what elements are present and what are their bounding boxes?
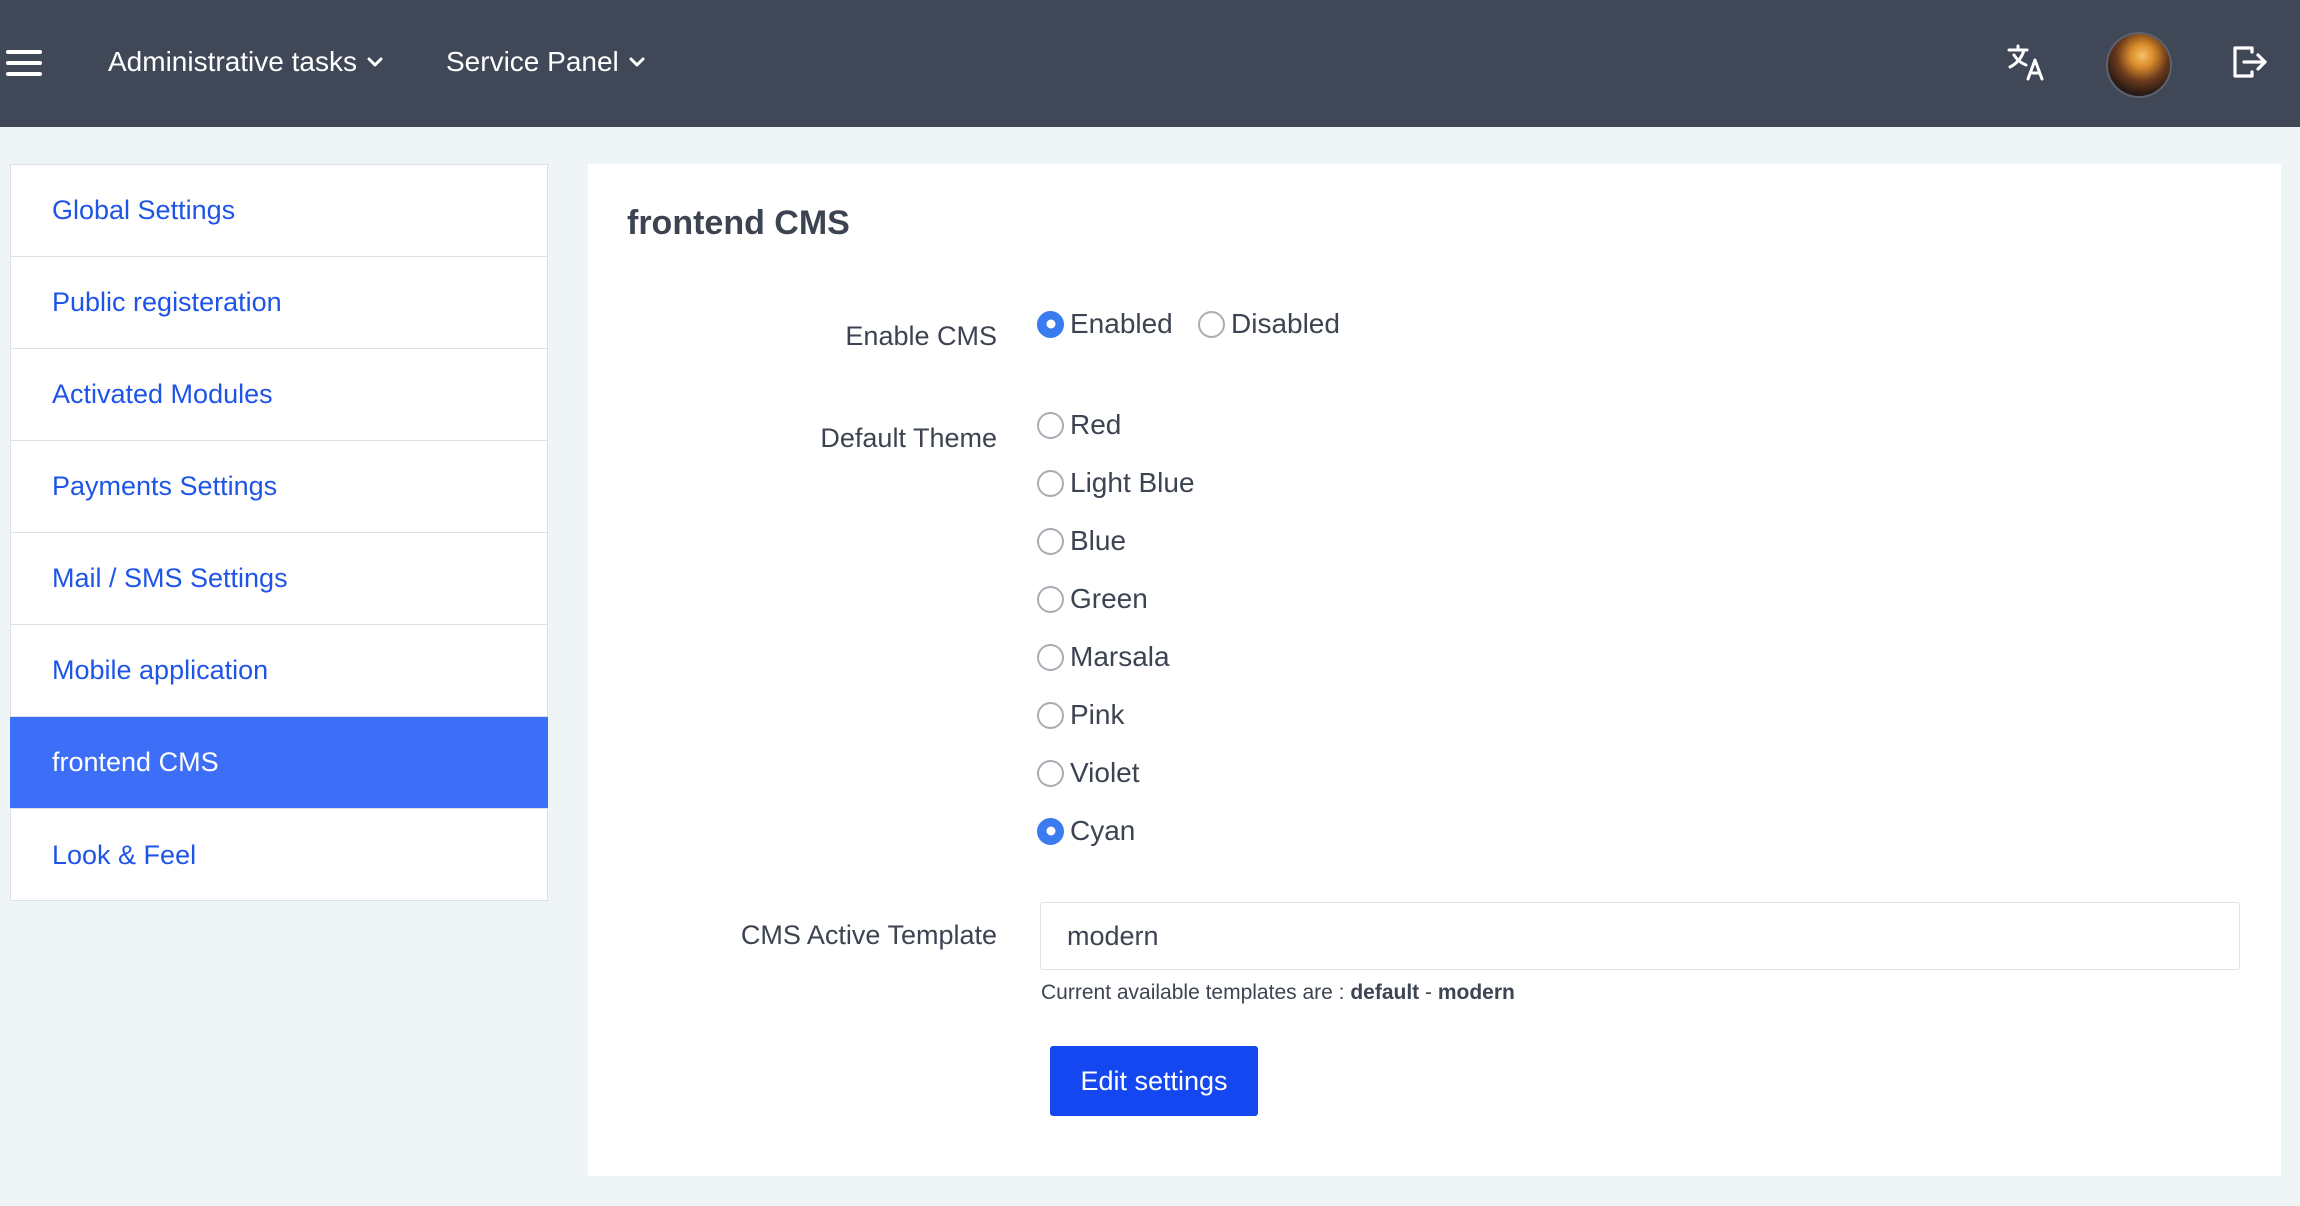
radio-label: Enabled [1070,308,1173,339]
translate-icon[interactable] [2006,42,2046,82]
administrative-tasks-label: Administrative tasks [108,46,357,77]
theme-blue-radio[interactable]: Blue [1037,525,1126,557]
sidebar-item-global-settings[interactable]: Global Settings [11,165,547,257]
template-name-default: default [1350,981,1420,1004]
theme-green-radio[interactable]: Green [1037,583,1148,615]
enable-cms-disabled-radio[interactable]: Disabled [1198,308,1340,340]
top-navbar: Administrative tasks Service Panel [0,0,2300,127]
radio-button[interactable] [1037,411,1064,439]
enable-cms-enabled-radio[interactable]: Enabled [1037,308,1173,340]
radio-button[interactable] [1037,527,1064,555]
radio-button[interactable] [1037,585,1064,613]
template-name-modern: modern [1437,981,1515,1004]
radio-button[interactable] [1198,310,1225,338]
template-separator: - [1419,981,1438,1004]
cms-active-template-label: CMS Active Template [740,920,997,950]
settings-panel: frontend CMS Enable CMS Enabled Disabled… [588,164,2281,1176]
radio-button[interactable] [1037,643,1064,671]
settings-sidebar: Global Settings Public registeration Act… [10,164,548,901]
theme-marsala-radio[interactable]: Marsala [1037,641,1170,673]
radio-label: Marsala [1070,641,1170,672]
radio-button[interactable] [1037,817,1064,845]
radio-label: Pink [1070,699,1125,730]
administrative-tasks-menu[interactable]: Administrative tasks [108,42,385,82]
theme-violet-radio[interactable]: Violet [1037,757,1140,789]
help-prefix: Current available templates are : [1041,981,1351,1004]
sidebar-item-public-registeration[interactable]: Public registeration [11,257,547,349]
radio-label: Green [1070,583,1148,614]
radio-button[interactable] [1037,759,1064,787]
logout-icon[interactable] [2230,42,2270,82]
radio-label: Red [1070,409,1122,440]
enable-cms-label: Enable CMS [845,321,997,351]
sidebar-item-frontend-cms[interactable]: frontend CMS [10,717,548,809]
radio-button[interactable] [1037,469,1064,497]
sidebar-item-mobile-application[interactable]: Mobile application [11,625,547,717]
theme-pink-radio[interactable]: Pink [1037,699,1124,731]
theme-light-blue-radio[interactable]: Light Blue [1037,467,1195,499]
edit-settings-button[interactable]: Edit settings [1050,1046,1258,1116]
chevron-down-icon [629,57,645,67]
page-title: frontend CMS [627,204,850,242]
sidebar-item-activated-modules[interactable]: Activated Modules [11,349,547,441]
hamburger-menu-icon[interactable] [6,50,42,76]
radio-label: Disabled [1231,308,1340,339]
theme-red-radio[interactable]: Red [1037,409,1121,441]
default-theme-label: Default Theme [820,423,997,453]
service-panel-menu[interactable]: Service Panel [446,42,647,82]
radio-label: Cyan [1070,815,1136,846]
sidebar-item-mail-sms-settings[interactable]: Mail / SMS Settings [11,533,547,625]
user-avatar[interactable] [2108,34,2170,96]
sidebar-item-payments-settings[interactable]: Payments Settings [11,441,547,533]
theme-cyan-radio[interactable]: Cyan [1037,815,1135,847]
radio-button[interactable] [1037,701,1064,729]
cms-active-template-input[interactable] [1040,902,2240,970]
radio-button[interactable] [1037,310,1064,338]
radio-label: Violet [1070,757,1140,788]
template-help-text: Current available templates are : defaul… [1041,981,1515,1005]
sidebar-item-look-and-feel[interactable]: Look & Feel [11,809,547,901]
radio-label: Blue [1070,525,1127,556]
chevron-down-icon [367,57,383,67]
radio-label: Light Blue [1070,467,1195,498]
service-panel-label: Service Panel [446,46,619,77]
